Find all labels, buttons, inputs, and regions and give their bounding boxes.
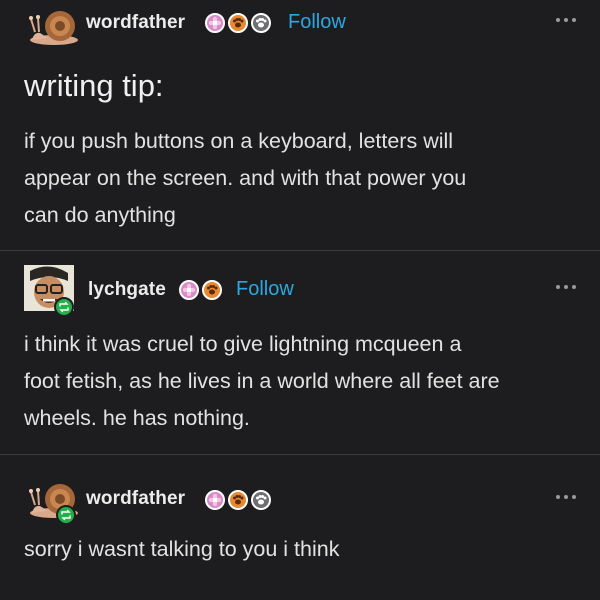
body-line: if you push buttons on a keyboard, lette… <box>24 129 454 153</box>
more-options-icon[interactable] <box>556 489 576 505</box>
orange-paw-badge-icon[interactable] <box>202 280 222 300</box>
body-line: foot fetish, as he lives in a world wher… <box>24 369 500 393</box>
username[interactable]: wordfather <box>86 488 185 510</box>
orange-paw-badge-icon[interactable] <box>228 13 248 33</box>
post-title: writing tip: <box>24 68 164 103</box>
follow-button[interactable]: Follow <box>288 11 346 34</box>
pink-flower-badge-icon[interactable] <box>205 13 225 33</box>
body-line: sorry i wasnt talking to you i think <box>24 537 340 561</box>
body-line: wheels. he has nothing. <box>24 406 250 430</box>
post-header: wordfather Follow <box>0 0 600 50</box>
post-body: i think it was cruel to give lightning m… <box>24 326 579 437</box>
more-options-icon[interactable] <box>556 12 576 28</box>
reblog-icon <box>56 505 76 525</box>
reblog-post: wordfather sorry i wasnt talking to you … <box>0 455 600 600</box>
paw-badge-icon[interactable] <box>251 13 271 33</box>
username[interactable]: lychgate <box>88 279 166 301</box>
pink-flower-badge-icon[interactable] <box>205 490 225 510</box>
post-body: if you push buttons on a keyboard, lette… <box>24 123 579 234</box>
body-line: i think it was cruel to give lightning m… <box>24 332 462 356</box>
username[interactable]: wordfather <box>86 12 185 34</box>
paw-badge-icon[interactable] <box>251 490 271 510</box>
post-header: lychgate Follow <box>0 265 600 317</box>
follow-button[interactable]: Follow <box>236 278 294 301</box>
body-line: appear on the screen. and with that powe… <box>24 166 467 190</box>
body-line: can do anything <box>24 203 176 227</box>
reblog-thread: wordfather Follow writing tip: if you pu… <box>0 0 600 600</box>
badge-group <box>179 280 222 300</box>
reblog-icon <box>54 297 74 317</box>
orange-paw-badge-icon[interactable] <box>228 490 248 510</box>
post-header: wordfather <box>0 475 600 525</box>
reblog-post: lychgate Follow i think it was cruel to … <box>0 251 600 454</box>
more-options-icon[interactable] <box>556 279 576 295</box>
post-body: sorry i wasnt talking to you i think <box>24 531 579 568</box>
snail-avatar-icon[interactable] <box>26 2 82 48</box>
badge-group <box>205 490 271 510</box>
original-post: wordfather Follow writing tip: if you pu… <box>0 0 600 250</box>
pink-flower-badge-icon[interactable] <box>179 280 199 300</box>
badge-group <box>205 13 271 33</box>
